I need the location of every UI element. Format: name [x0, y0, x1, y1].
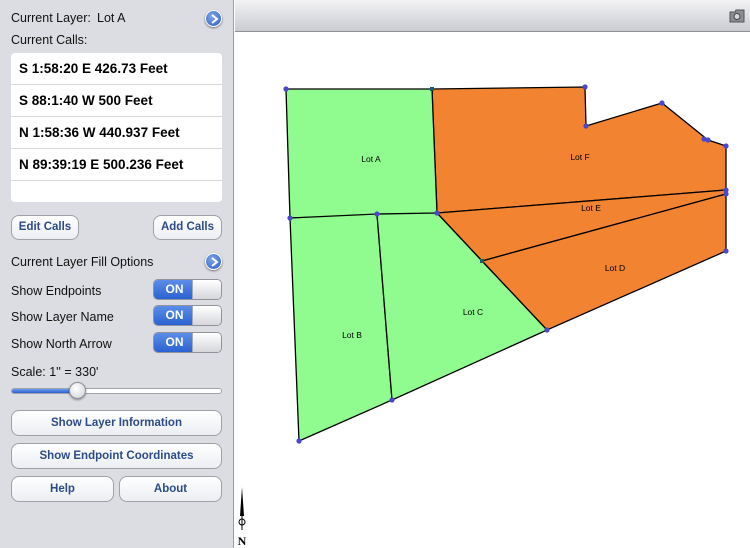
calls-list: S 1:58:20 E 426.73 Feet S 88:1:40 W 500 …	[11, 53, 222, 202]
call-row[interactable]: S 1:58:20 E 426.73 Feet	[11, 53, 222, 85]
endpoint-marker[interactable]	[583, 123, 589, 129]
endpoint-marker[interactable]	[544, 327, 550, 333]
map-toolbar	[235, 0, 750, 32]
endpoint-marker[interactable]	[723, 191, 729, 197]
edit-calls-button[interactable]: Edit Calls	[11, 215, 79, 240]
lot-a-label: Lot A	[361, 154, 381, 164]
scale-slider-thumb[interactable]	[69, 382, 87, 399]
fill-options-label: Current Layer Fill Options	[11, 255, 154, 269]
layer-disclosure-icon[interactable]	[205, 10, 222, 27]
lot-c-label: Lot C	[463, 307, 483, 317]
show-north-arrow-toggle[interactable]: ON	[153, 332, 222, 353]
lot-f-label: Lot F	[570, 152, 589, 162]
north-arrow-icon: N	[238, 487, 247, 548]
endpoint-marker[interactable]	[723, 248, 729, 254]
show-endpoint-coordinates-button[interactable]: Show Endpoint Coordinates	[11, 443, 222, 469]
show-endpoints-toggle[interactable]: ON	[153, 279, 222, 300]
lot-b-label: Lot B	[342, 330, 362, 340]
scale-label: Scale: 1'' = 330'	[11, 365, 99, 379]
endpoint-marker[interactable]	[723, 143, 729, 149]
lots-map[interactable]: Lot A Lot B Lot C Lot D Lot E Lot F	[235, 33, 750, 548]
call-row[interactable]: N 89:39:19 E 500.236 Feet	[11, 149, 222, 181]
sidebar: Current Layer: Lot A Current Calls: S 1:…	[0, 0, 234, 548]
endpoint-marker[interactable]	[434, 210, 440, 216]
add-calls-button[interactable]: Add Calls	[153, 215, 222, 240]
scale-slider-fill	[12, 389, 76, 393]
current-layer-label: Current Layer:	[11, 11, 91, 25]
toggle-on-label: ON	[154, 280, 195, 299]
show-north-arrow-label: Show North Arrow	[11, 337, 112, 351]
endpoint-marker[interactable]	[296, 438, 302, 444]
toggle-knob	[192, 280, 221, 299]
show-layer-name-label: Show Layer Name	[11, 310, 114, 324]
endpoint-marker[interactable]	[287, 215, 293, 221]
north-label: N	[238, 534, 247, 548]
scale-slider[interactable]	[11, 388, 222, 394]
call-row[interactable]: N 1:58:36 W 440.937 Feet	[11, 117, 222, 149]
about-button[interactable]: About	[119, 476, 222, 502]
lot-e-label: Lot E	[581, 203, 601, 213]
endpoint-marker[interactable]	[374, 211, 380, 217]
fill-options-disclosure-icon[interactable]	[205, 253, 222, 270]
endpoint-marker[interactable]	[705, 137, 711, 143]
endpoint-marker-square[interactable]	[480, 259, 484, 263]
toggle-on-label: ON	[154, 306, 195, 325]
lot-d-label: Lot D	[605, 263, 625, 273]
call-row[interactable]: S 88:1:40 W 500 Feet	[11, 85, 222, 117]
current-layer-value: Lot A	[97, 11, 126, 25]
current-calls-label: Current Calls:	[11, 33, 88, 47]
lot-b-polygon[interactable]	[289, 213, 393, 442]
camera-folder-icon[interactable]	[729, 8, 745, 24]
toggle-knob	[192, 306, 221, 325]
toggle-on-label: ON	[154, 333, 195, 352]
endpoint-marker[interactable]	[659, 100, 665, 106]
endpoint-marker-square[interactable]	[430, 87, 434, 91]
endpoint-marker[interactable]	[582, 84, 588, 90]
show-layer-information-button[interactable]: Show Layer Information	[11, 410, 222, 436]
show-layer-name-toggle[interactable]: ON	[153, 305, 222, 326]
endpoint-marker[interactable]	[389, 397, 395, 403]
help-button[interactable]: Help	[11, 476, 114, 502]
toggle-knob	[192, 333, 221, 352]
endpoint-marker[interactable]	[283, 86, 289, 92]
show-endpoints-label: Show Endpoints	[11, 284, 102, 298]
